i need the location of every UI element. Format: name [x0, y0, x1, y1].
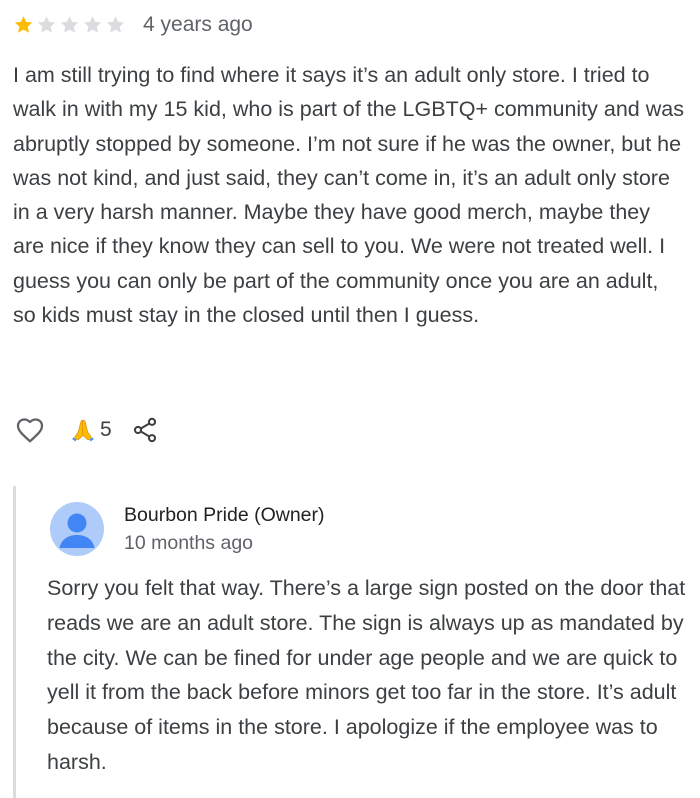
like-button[interactable] — [12, 413, 48, 447]
heart-outline-icon — [16, 418, 44, 443]
star-icon — [14, 16, 33, 33]
owner-reply-text: Sorry you felt that way. There’s a large… — [47, 576, 686, 774]
reaction-button[interactable]: 5 — [70, 417, 112, 443]
reaction-count: 5 — [100, 418, 112, 441]
share-icon — [133, 417, 156, 443]
star-rating — [12, 14, 127, 36]
default-person-avatar-icon — [59, 513, 95, 548]
star-icon — [83, 16, 102, 33]
review-time: 4 years ago — [143, 13, 253, 36]
review-text: I am still trying to find where it says … — [13, 63, 684, 328]
star-icon — [37, 16, 56, 33]
owner-name: Bourbon Pride (Owner) — [124, 504, 325, 526]
star-icon — [60, 16, 79, 33]
rating-row: 4 years ago — [12, 10, 253, 40]
folded-hands-emoji — [72, 419, 94, 442]
review-actions: 5 — [12, 412, 160, 448]
owner-avatar — [50, 502, 104, 556]
owner-reply-time: 10 months ago — [124, 532, 254, 554]
share-button[interactable] — [130, 414, 160, 446]
star-icon — [106, 16, 125, 33]
owner-reply: Bourbon Pride (Owner) 10 months ago Sorr… — [13, 486, 696, 798]
